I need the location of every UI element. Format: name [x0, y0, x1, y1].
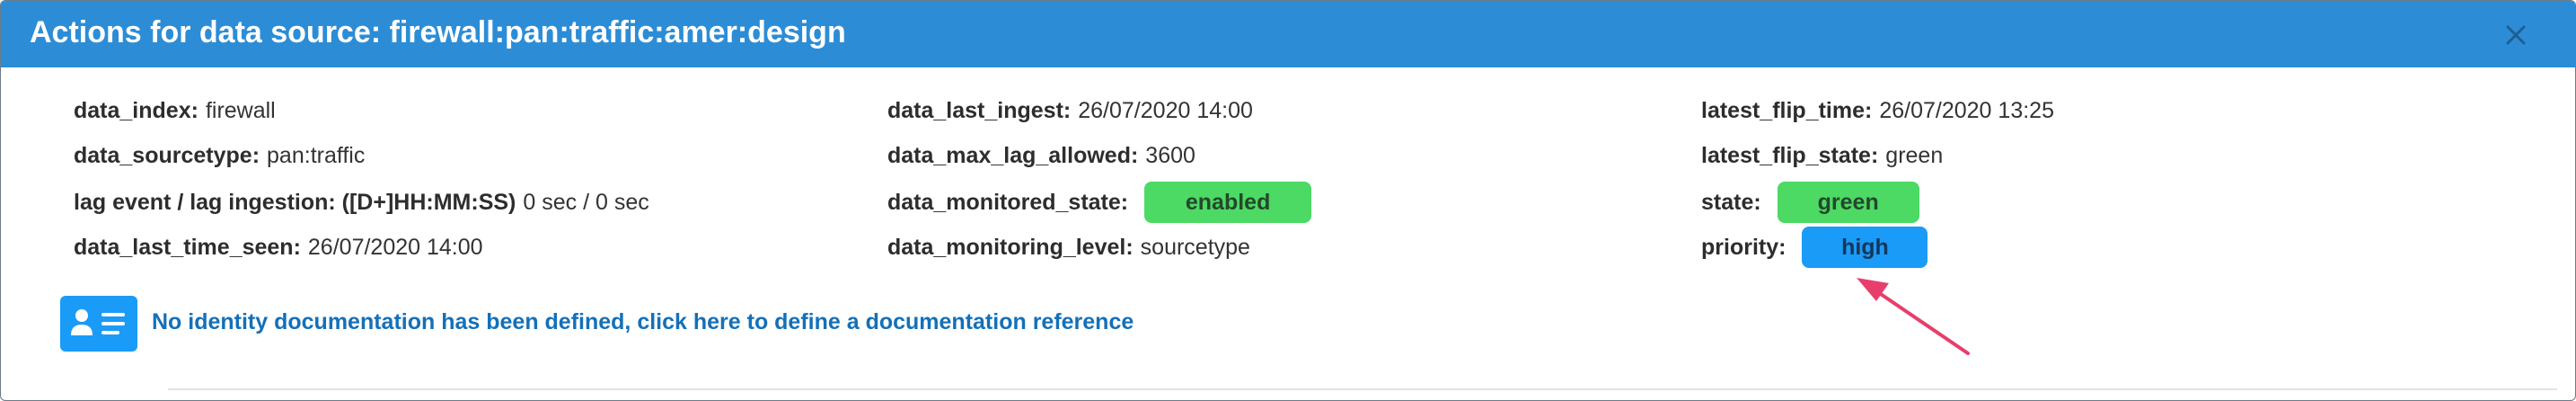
field-value: 0 sec / 0 sec	[523, 190, 649, 215]
field-data-sourcetype: data_sourcetype: pan:traffic	[74, 140, 365, 171]
field-label: lag event / lag ingestion: ([D+]HH:MM:SS…	[74, 190, 516, 215]
field-value: sourcetype	[1140, 235, 1250, 260]
field-label: data_last_time_seen:	[74, 235, 301, 260]
id-card-glyph	[71, 309, 125, 335]
section-divider	[168, 388, 2557, 390]
define-documentation-link[interactable]: No identity documentation has been defin…	[152, 307, 1134, 337]
field-data-last-time-seen: data_last_time_seen: 26/07/2020 14:00	[74, 232, 483, 263]
field-data-monitoring-level: data_monitoring_level: sourcetype	[887, 232, 1250, 263]
field-data-last-ingest: data_last_ingest: 26/07/2020 14:00	[887, 95, 1253, 126]
id-card-icon[interactable]	[60, 296, 137, 352]
field-label: data_max_lag_allowed:	[887, 143, 1139, 168]
field-value: 26/07/2020 13:25	[1879, 98, 2054, 123]
field-label: data_sourcetype:	[74, 143, 260, 168]
field-label: priority:	[1701, 235, 1786, 260]
field-data-monitored-state: data_monitored_state: enabled	[887, 182, 1312, 223]
field-value: firewall	[205, 98, 276, 123]
priority-badge[interactable]: high	[1802, 227, 1928, 268]
close-button[interactable]	[2498, 17, 2534, 53]
field-latest-flip-state: latest_flip_state: green	[1701, 140, 1943, 171]
field-value: 26/07/2020 14:00	[307, 235, 483, 260]
field-label: latest_flip_state:	[1701, 143, 1879, 168]
field-latest-flip-time: latest_flip_time: 26/07/2020 13:25	[1701, 95, 2054, 126]
field-state: state: green	[1701, 182, 1919, 223]
field-label: data_index:	[74, 98, 198, 123]
field-data-index: data_index: firewall	[74, 95, 276, 126]
field-label: state:	[1701, 190, 1761, 215]
field-value: pan:traffic	[267, 143, 366, 168]
state-badge[interactable]: green	[1777, 182, 1919, 223]
field-label: data_last_ingest:	[887, 98, 1072, 123]
field-label: data_monitored_state:	[887, 190, 1129, 215]
annotation-arrow-icon	[1857, 278, 1970, 355]
monitored-state-badge[interactable]: enabled	[1144, 182, 1312, 223]
field-value: 26/07/2020 14:00	[1078, 98, 1253, 123]
modal-title: Actions for data source: firewall:pan:tr…	[30, 15, 846, 49]
data-source-actions-modal: Actions for data source: firewall:pan:tr…	[0, 0, 2576, 401]
field-priority: priority: high	[1701, 227, 1928, 268]
field-value: green	[1885, 143, 1944, 168]
field-label: data_monitoring_level:	[887, 235, 1134, 260]
modal-header: Actions for data source: firewall:pan:tr…	[1, 1, 2575, 67]
field-label: latest_flip_time:	[1701, 98, 1873, 123]
field-value: 3600	[1145, 143, 1195, 168]
close-icon	[2506, 25, 2526, 45]
field-data-max-lag-allowed: data_max_lag_allowed: 3600	[887, 140, 1195, 171]
field-lag: lag event / lag ingestion: ([D+]HH:MM:SS…	[74, 187, 649, 218]
